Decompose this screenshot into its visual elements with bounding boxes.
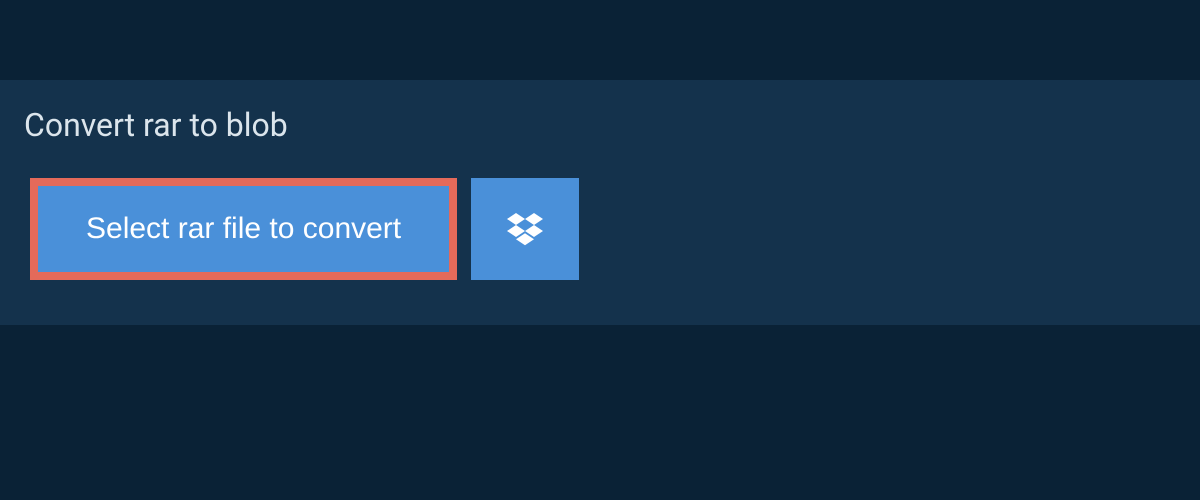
page-title: Convert rar to blob (24, 106, 288, 144)
converter-tab: Convert rar to blob (0, 90, 408, 160)
dropbox-button[interactable] (471, 178, 579, 280)
action-button-row: Select rar file to convert (30, 178, 579, 280)
select-file-label: Select rar file to convert (86, 212, 401, 246)
dropbox-icon (507, 210, 543, 249)
select-file-button[interactable]: Select rar file to convert (30, 178, 457, 280)
